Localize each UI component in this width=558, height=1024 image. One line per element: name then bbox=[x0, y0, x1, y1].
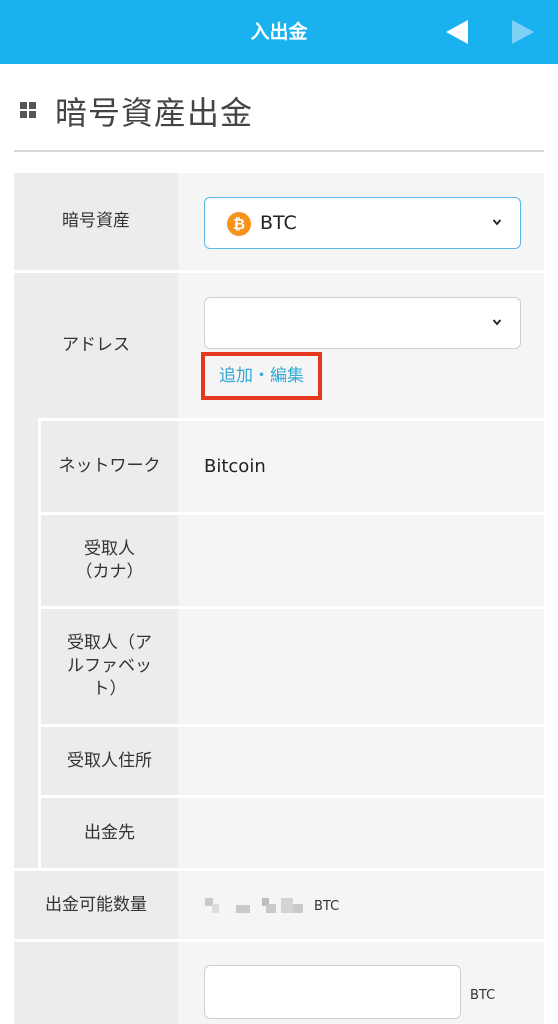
available-label: 出金可能数量 bbox=[14, 871, 178, 939]
available-label-text: 出金可能数量 bbox=[45, 894, 147, 915]
destination-label: 出金先 bbox=[41, 798, 178, 868]
add-edit-link[interactable]: 追加・編集 bbox=[205, 356, 318, 396]
asset-label: 暗号資産 bbox=[14, 173, 178, 270]
subsection-indent bbox=[14, 418, 38, 868]
network-value: Bitcoin bbox=[204, 456, 266, 477]
available-unit: BTC bbox=[314, 899, 340, 914]
bitcoin-coin-icon: ₿ bbox=[227, 212, 251, 236]
amount-input[interactable] bbox=[204, 965, 461, 1019]
page-title: 暗号資産出金 bbox=[55, 94, 254, 132]
add-edit-highlight: 追加・編集 bbox=[201, 352, 322, 400]
triangle-right-icon[interactable] bbox=[510, 18, 536, 46]
recipient-alpha-label-text: 受取人（アルファベット） bbox=[67, 633, 152, 699]
triangle-left-icon[interactable] bbox=[444, 18, 470, 46]
top-bar: 入出金 bbox=[0, 0, 558, 64]
page-title-row: 暗号資産出金 bbox=[0, 64, 558, 152]
address-label: アドレス bbox=[14, 273, 178, 418]
amount-label bbox=[14, 942, 178, 1024]
recipient-alpha-label: 受取人（アルファベット） bbox=[41, 609, 178, 724]
chevron-down-icon bbox=[492, 319, 502, 326]
asset-label-text: 暗号資産 bbox=[62, 211, 130, 231]
header-title: 入出金 bbox=[250, 21, 308, 43]
recipient-kana-label: 受取人（カナ） bbox=[41, 515, 178, 606]
chevron-down-icon bbox=[492, 219, 502, 226]
network-label-text: ネットワーク bbox=[58, 456, 161, 476]
divider bbox=[14, 150, 544, 152]
recipient-kana-label-text: 受取人（カナ） bbox=[75, 538, 144, 582]
address-select[interactable] bbox=[204, 297, 521, 349]
amount-unit: BTC bbox=[470, 988, 496, 1003]
asset-select[interactable]: ₿ BTC bbox=[204, 197, 521, 249]
grid-icon bbox=[20, 102, 36, 118]
recipient-address-label: 受取人住所 bbox=[41, 727, 178, 795]
destination-label-text: 出金先 bbox=[84, 822, 135, 843]
recipient-address-label-text: 受取人住所 bbox=[67, 750, 152, 771]
asset-select-value: BTC bbox=[260, 212, 297, 234]
address-label-text: アドレス bbox=[62, 335, 130, 355]
network-label: ネットワーク bbox=[41, 421, 178, 512]
